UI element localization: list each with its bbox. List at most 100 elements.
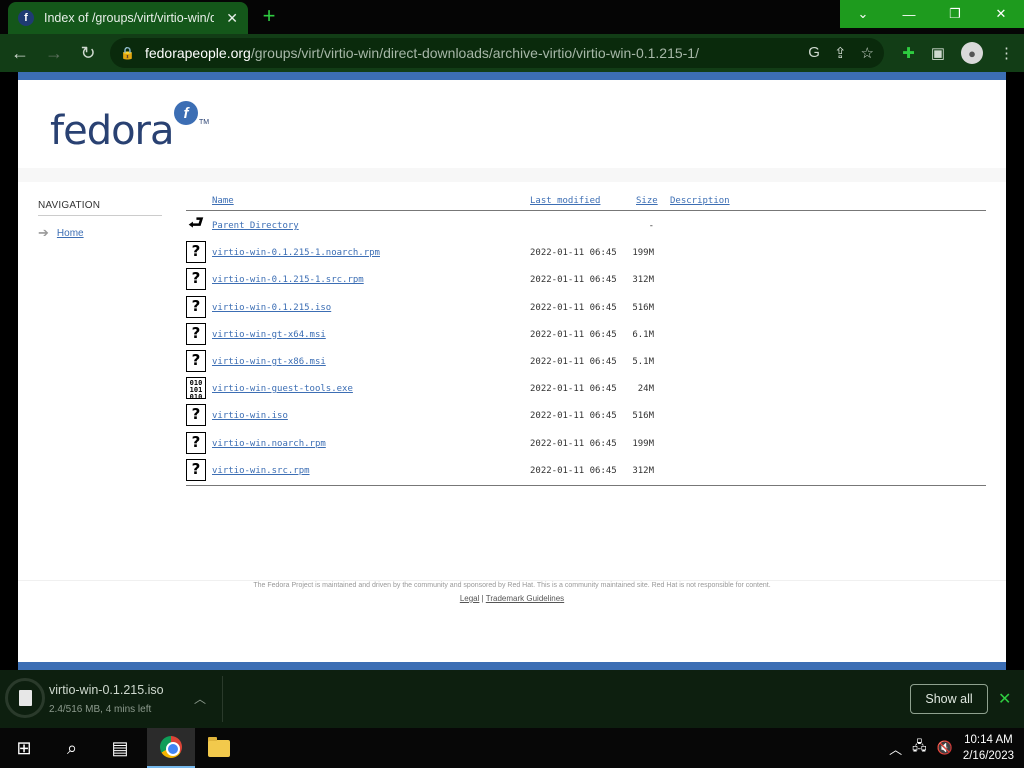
file-modified: 2022-01-11 06:45: [530, 384, 617, 395]
home-link[interactable]: Home: [57, 228, 84, 239]
file-link[interactable]: virtio-win-0.1.215-1.noarch.rpm: [212, 248, 380, 258]
file-modified: 2022-01-11 06:45: [530, 411, 617, 422]
file-size: 24M: [637, 384, 654, 395]
tab-close-icon[interactable]: ✕: [226, 10, 238, 27]
side-panel-icon[interactable]: ▣: [931, 44, 945, 62]
parent-directory-row: ⮐ Parent Directory -: [186, 211, 986, 238]
listing-header-row: Name Last modified Size Description: [186, 194, 986, 211]
parent-directory-size: -: [648, 221, 654, 231]
chevron-up-icon[interactable]: ︿: [194, 690, 206, 707]
url-path: /groups/virt/virtio-win/direct-downloads…: [250, 45, 699, 61]
file-size: 312M: [632, 275, 654, 286]
reload-icon[interactable]: ↻: [74, 39, 102, 67]
site-footer: The Fedora Project is maintained and dri…: [18, 580, 1006, 670]
sort-by-name-link[interactable]: Name: [212, 196, 234, 206]
system-tray: ︿ 🖧 🔇 10:14 AM 2/16/2023: [889, 728, 1014, 768]
file-row: ? virtio-win-0.1.215.iso 2022-01-11 06:4…: [186, 293, 986, 320]
unknown-file-icon: ?: [186, 404, 206, 427]
new-tab-button[interactable]: +: [256, 5, 282, 29]
file-explorer-icon[interactable]: [195, 728, 243, 768]
file-link[interactable]: virtio-win.iso: [212, 411, 288, 421]
extensions-puzzle-icon[interactable]: ✚: [902, 44, 915, 62]
windows-start-icon[interactable]: ⊞: [0, 728, 48, 768]
shelf-divider: [222, 676, 223, 722]
file-link[interactable]: virtio-win-0.1.215.iso: [212, 303, 331, 313]
browser-toolbar: ← → ↻ 🔒 fedorapeople.org /groups/virt/vi…: [0, 34, 1024, 72]
file-modified: 2022-01-11 06:45: [530, 438, 617, 449]
window-controls: ⌄ — ❐ ✕: [840, 0, 1024, 28]
file-size: 199M: [632, 248, 654, 259]
fedora-logo-badge-icon: f: [174, 101, 198, 125]
clock-date: 2/16/2023: [962, 750, 1014, 762]
file-modified: 2022-01-11 06:45: [530, 275, 617, 286]
google-lens-icon[interactable]: G: [808, 44, 820, 62]
binary-file-icon: 010 101 010: [186, 377, 206, 401]
fedora-logo-text[interactable]: fedora: [50, 108, 175, 154]
browser-tab[interactable]: f Index of /groups/virt/virtio-win/d ✕: [8, 2, 248, 34]
search-icon[interactable]: ⌕: [48, 728, 96, 768]
tab-title: Index of /groups/virt/virtio-win/d: [44, 11, 214, 25]
restore-button[interactable]: ❐: [932, 0, 978, 28]
url-host: fedorapeople.org: [144, 45, 251, 61]
sort-by-description-link[interactable]: Description: [670, 196, 730, 206]
volume-muted-icon[interactable]: 🔇: [937, 740, 953, 756]
navigation-heading: NAVIGATION: [38, 200, 162, 216]
close-shelf-icon[interactable]: ✕: [998, 689, 1011, 709]
file-modified: 2022-01-11 06:45: [530, 465, 617, 476]
file-link[interactable]: virtio-win.noarch.rpm: [212, 439, 326, 449]
file-modified: 2022-01-11 06:45: [530, 356, 617, 367]
clock[interactable]: 10:14 AM 2/16/2023: [963, 732, 1014, 764]
file-modified: 2022-01-11 06:45: [530, 302, 617, 313]
extension-area: ✚ ▣ ● ⋮: [902, 42, 1014, 64]
nav-arrow-icon: ➔: [38, 225, 49, 240]
profile-avatar-icon[interactable]: ●: [961, 42, 983, 64]
sort-by-size-link[interactable]: Size: [636, 196, 658, 206]
show-all-button[interactable]: Show all: [910, 684, 988, 714]
logo-trademark: TM: [199, 119, 210, 126]
parent-directory-link[interactable]: Parent Directory: [212, 221, 299, 231]
file-size: 6.1M: [632, 329, 654, 340]
back-arrow-icon[interactable]: ←: [6, 39, 34, 67]
download-file-name: virtio-win-0.1.215.iso: [49, 683, 164, 697]
clock-time: 10:14 AM: [964, 734, 1013, 746]
file-link[interactable]: virtio-win-gt-x86.msi: [212, 357, 326, 367]
chrome-logo-icon: [160, 736, 182, 758]
file-link[interactable]: virtio-win-guest-tools.exe: [212, 384, 353, 394]
share-icon[interactable]: ⇪: [834, 44, 847, 62]
file-row: ? virtio-win-0.1.215-1.noarch.rpm 2022-0…: [186, 238, 986, 265]
sort-by-last-modified-link[interactable]: Last modified: [530, 196, 600, 206]
file-icon: [19, 690, 32, 706]
tab-search-dropdown-icon[interactable]: ⌄: [840, 0, 886, 28]
footer-separator: |: [481, 594, 484, 603]
nav-item-home[interactable]: ➔ Home: [38, 225, 162, 241]
download-item[interactable]: virtio-win-0.1.215.iso 2.4/516 MB, 4 min…: [0, 670, 222, 728]
minimize-button[interactable]: —: [886, 0, 932, 28]
legal-link[interactable]: Legal: [460, 594, 480, 603]
unknown-file-icon: ?: [186, 322, 206, 345]
file-size: 5.1M: [632, 356, 654, 367]
forward-arrow-icon[interactable]: →: [40, 39, 68, 67]
web-page: fedora f TM NAVIGATION ➔ Home Name Last …: [18, 72, 1006, 670]
footer-note: The Fedora Project is maintained and dri…: [253, 582, 771, 589]
file-link[interactable]: virtio-win-0.1.215-1.src.rpm: [212, 275, 364, 285]
address-bar[interactable]: 🔒 fedorapeople.org /groups/virt/virtio-w…: [110, 38, 884, 68]
file-rows: ? virtio-win-0.1.215-1.noarch.rpm 2022-0…: [186, 238, 986, 483]
trademark-guidelines-link[interactable]: Trademark Guidelines: [486, 594, 564, 603]
file-size: 199M: [632, 438, 654, 449]
task-view-icon[interactable]: ▤: [96, 728, 144, 768]
download-status: 2.4/516 MB, 4 mins left: [49, 704, 152, 715]
footer-links: Legal | Trademark Guidelines: [18, 594, 1006, 603]
navigation-panel: NAVIGATION ➔ Home: [38, 200, 162, 241]
menu-kebab-icon[interactable]: ⋮: [999, 44, 1014, 62]
close-window-button[interactable]: ✕: [978, 0, 1024, 28]
file-link[interactable]: virtio-win-gt-x64.msi: [212, 330, 326, 340]
folder-icon: [208, 736, 230, 757]
bookmark-star-icon[interactable]: ☆: [861, 44, 874, 62]
network-icon[interactable]: 🖧: [912, 737, 927, 759]
file-link[interactable]: virtio-win.src.rpm: [212, 466, 310, 476]
header-band: [18, 168, 1006, 182]
file-row: ? virtio-win.src.rpm 2022-01-11 06:45 31…: [186, 456, 986, 483]
unknown-file-icon: ?: [186, 295, 206, 318]
chevron-up-tray-icon[interactable]: ︿: [889, 739, 902, 758]
chrome-taskbar-icon[interactable]: [147, 728, 195, 768]
